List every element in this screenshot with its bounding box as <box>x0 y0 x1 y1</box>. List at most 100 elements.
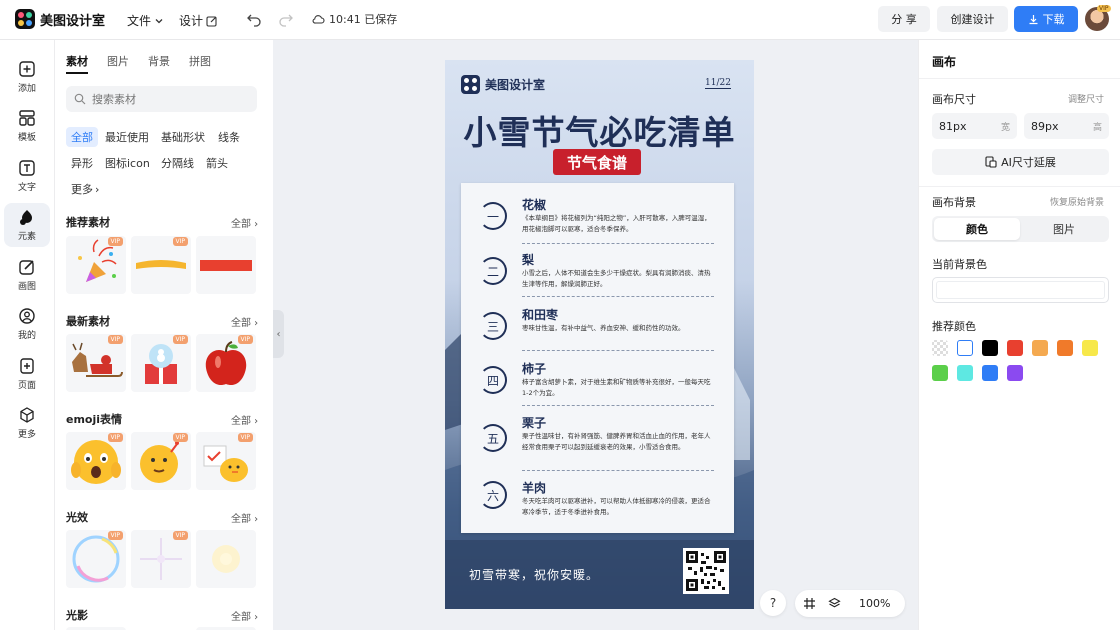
color-swatch[interactable] <box>1007 340 1023 356</box>
share-button[interactable]: 分 享 <box>878 6 930 32</box>
grid-icon[interactable] <box>803 597 816 610</box>
divider <box>919 78 1120 79</box>
color-swatch[interactable] <box>932 365 948 381</box>
app-name: 美图设计室 <box>40 13 106 29</box>
poster-logo-icon <box>461 75 480 94</box>
shapes-icon <box>20 210 32 225</box>
material-thumb-apple[interactable]: VIP <box>196 334 256 392</box>
section-all-recommended[interactable]: 全部 › <box>231 215 258 230</box>
color-swatch[interactable] <box>1032 340 1048 356</box>
color-swatch[interactable] <box>957 340 973 356</box>
segment-color[interactable]: 颜色 <box>934 218 1020 240</box>
section-title-latest: 最新素材 <box>66 315 110 328</box>
rail-item-draw[interactable]: 画图 <box>4 253 50 297</box>
current-bg-color-swatch[interactable] <box>932 277 1109 303</box>
tab-backgrounds[interactable]: 背景 <box>148 53 170 74</box>
material-thumb-confetti[interactable]: VIP <box>66 236 126 294</box>
rail-item-page[interactable]: 页面 <box>4 352 50 396</box>
section-all-latest[interactable]: 全部 › <box>231 314 258 329</box>
material-thumb-sleigh[interactable]: VIP <box>66 334 126 392</box>
material-thumb-bubble[interactable]: VIP <box>66 530 126 588</box>
panel-tabs: 素材 图片 背景 拼图 <box>66 53 211 74</box>
width-unit: 宽 <box>1000 122 1010 133</box>
width-field[interactable]: 81px 宽 <box>932 113 1017 139</box>
section-title-light-effect: 光效 <box>66 511 88 524</box>
download-button[interactable]: 下载 <box>1014 6 1078 32</box>
see-all-label: 全部 <box>231 318 251 329</box>
rail-label: 模板 <box>17 133 36 143</box>
width-value: 81px <box>939 119 967 133</box>
section-all-light-shadow[interactable]: 全部 › <box>231 608 258 623</box>
tab-images[interactable]: 图片 <box>107 53 129 74</box>
material-thumb-glow[interactable] <box>196 530 256 588</box>
redo-icon[interactable] <box>278 11 294 27</box>
chip-lines[interactable]: 线条 <box>213 127 245 147</box>
save-status: 10:41 已保存 <box>312 11 397 27</box>
color-swatch[interactable] <box>1082 340 1098 356</box>
segment-image[interactable]: 图片 <box>1021 218 1107 240</box>
chip-more[interactable]: 更多 › <box>66 179 104 199</box>
rail-item-add[interactable]: 添加 <box>4 55 50 99</box>
help-button[interactable]: ? <box>760 590 786 616</box>
create-design-button[interactable]: 创建设计 <box>937 6 1008 32</box>
rail-item-more[interactable]: 更多 <box>4 401 50 445</box>
chip-arrows[interactable]: 箭头 <box>201 153 233 173</box>
section-title-emoji: emoji表情 <box>66 413 123 426</box>
chip-icons[interactable]: 图标icon <box>100 153 155 173</box>
design-menu[interactable]: 设计 <box>179 12 218 29</box>
poster-list-paper: 一 花椒 《本草纲目》将花椒列为“纯阳之物”，入肝可散寒，入脾可温湿，用花椒泡脚… <box>461 183 734 533</box>
rail-label: 画图 <box>17 282 36 292</box>
collapse-panel-handle[interactable]: ‹ <box>273 310 284 358</box>
item-desc: 柿子富含胡萝卜素，对于维生素和矿物质等补充很好，一般每天吃1-2个为宜。 <box>522 378 711 397</box>
height-field[interactable]: 89px 高 <box>1024 113 1109 139</box>
swatch-transparent[interactable] <box>932 340 948 356</box>
material-thumb-sparkle[interactable]: VIP <box>131 530 191 588</box>
poster-badge: 节气食谱 <box>553 149 641 175</box>
search-box[interactable] <box>66 86 257 112</box>
rail-item-mine[interactable]: 我的 <box>4 302 50 346</box>
rail-item-text[interactable]: 文字 <box>4 154 50 198</box>
rail-label: 更多 <box>17 430 36 440</box>
design-canvas[interactable]: 美图设计室 11/22 小雪节气必吃清单 节气食谱 一 花椒 《本草纲目》将花椒… <box>445 60 754 609</box>
section-title-light-shadow: 光影 <box>66 609 88 622</box>
material-thumb-emoji-thinking[interactable]: VIP <box>131 432 191 490</box>
app-logo[interactable]: 美图设计室 <box>15 9 105 29</box>
tab-materials[interactable]: 素材 <box>66 53 88 74</box>
chip-irregular[interactable]: 异形 <box>66 153 98 173</box>
adjust-size-link[interactable]: 调整尺寸 <box>1068 92 1104 105</box>
section-all-light-effect[interactable]: 全部 › <box>231 510 258 525</box>
ai-resize-button[interactable]: AI尺寸延展 <box>932 149 1109 175</box>
chip-recent[interactable]: 最近使用 <box>100 127 154 147</box>
rail-item-template[interactable]: 模板 <box>4 104 50 148</box>
material-thumb-emoji-shocked[interactable]: VIP <box>66 432 126 490</box>
search-input[interactable] <box>92 92 252 106</box>
item-desc: 枣味甘性温，有补中益气、养血安神、缓和药性的功效。 <box>522 324 685 332</box>
undo-icon[interactable] <box>246 11 262 27</box>
color-swatch[interactable] <box>1057 340 1073 356</box>
material-thumb-emoji-chick[interactable]: VIP <box>196 432 256 490</box>
chip-all[interactable]: 全部 <box>66 127 98 147</box>
color-swatch[interactable] <box>982 340 998 356</box>
color-swatch[interactable] <box>1007 365 1023 381</box>
file-menu[interactable]: 文件 <box>127 12 164 29</box>
rail-item-elements[interactable]: 元素 <box>4 203 50 247</box>
item-divider <box>522 470 714 471</box>
color-swatch[interactable] <box>982 365 998 381</box>
tab-collage[interactable]: 拼图 <box>189 53 211 74</box>
section-all-emoji[interactable]: 全部 › <box>231 412 258 427</box>
chip-basic-shapes[interactable]: 基础形状 <box>156 127 210 147</box>
zoom-level[interactable]: 100% <box>859 597 890 610</box>
material-thumb-brush-stroke[interactable]: VIP <box>131 236 191 294</box>
item-name: 梨 <box>522 253 535 267</box>
item-name: 羊肉 <box>522 481 547 495</box>
material-thumb-gift-globe[interactable]: VIP <box>131 334 191 392</box>
material-thumb-red-bar[interactable] <box>196 236 256 294</box>
download-icon <box>1029 14 1037 24</box>
poster-brand-name: 美图设计室 <box>485 78 546 92</box>
chip-dividers[interactable]: 分隔线 <box>156 153 199 173</box>
reset-bg-link[interactable]: 恢复原始背景 <box>1050 195 1104 208</box>
height-value: 89px <box>1031 119 1059 133</box>
color-swatch[interactable] <box>957 365 973 381</box>
see-all-label: 全部 <box>231 514 251 525</box>
layers-icon[interactable] <box>828 597 841 610</box>
